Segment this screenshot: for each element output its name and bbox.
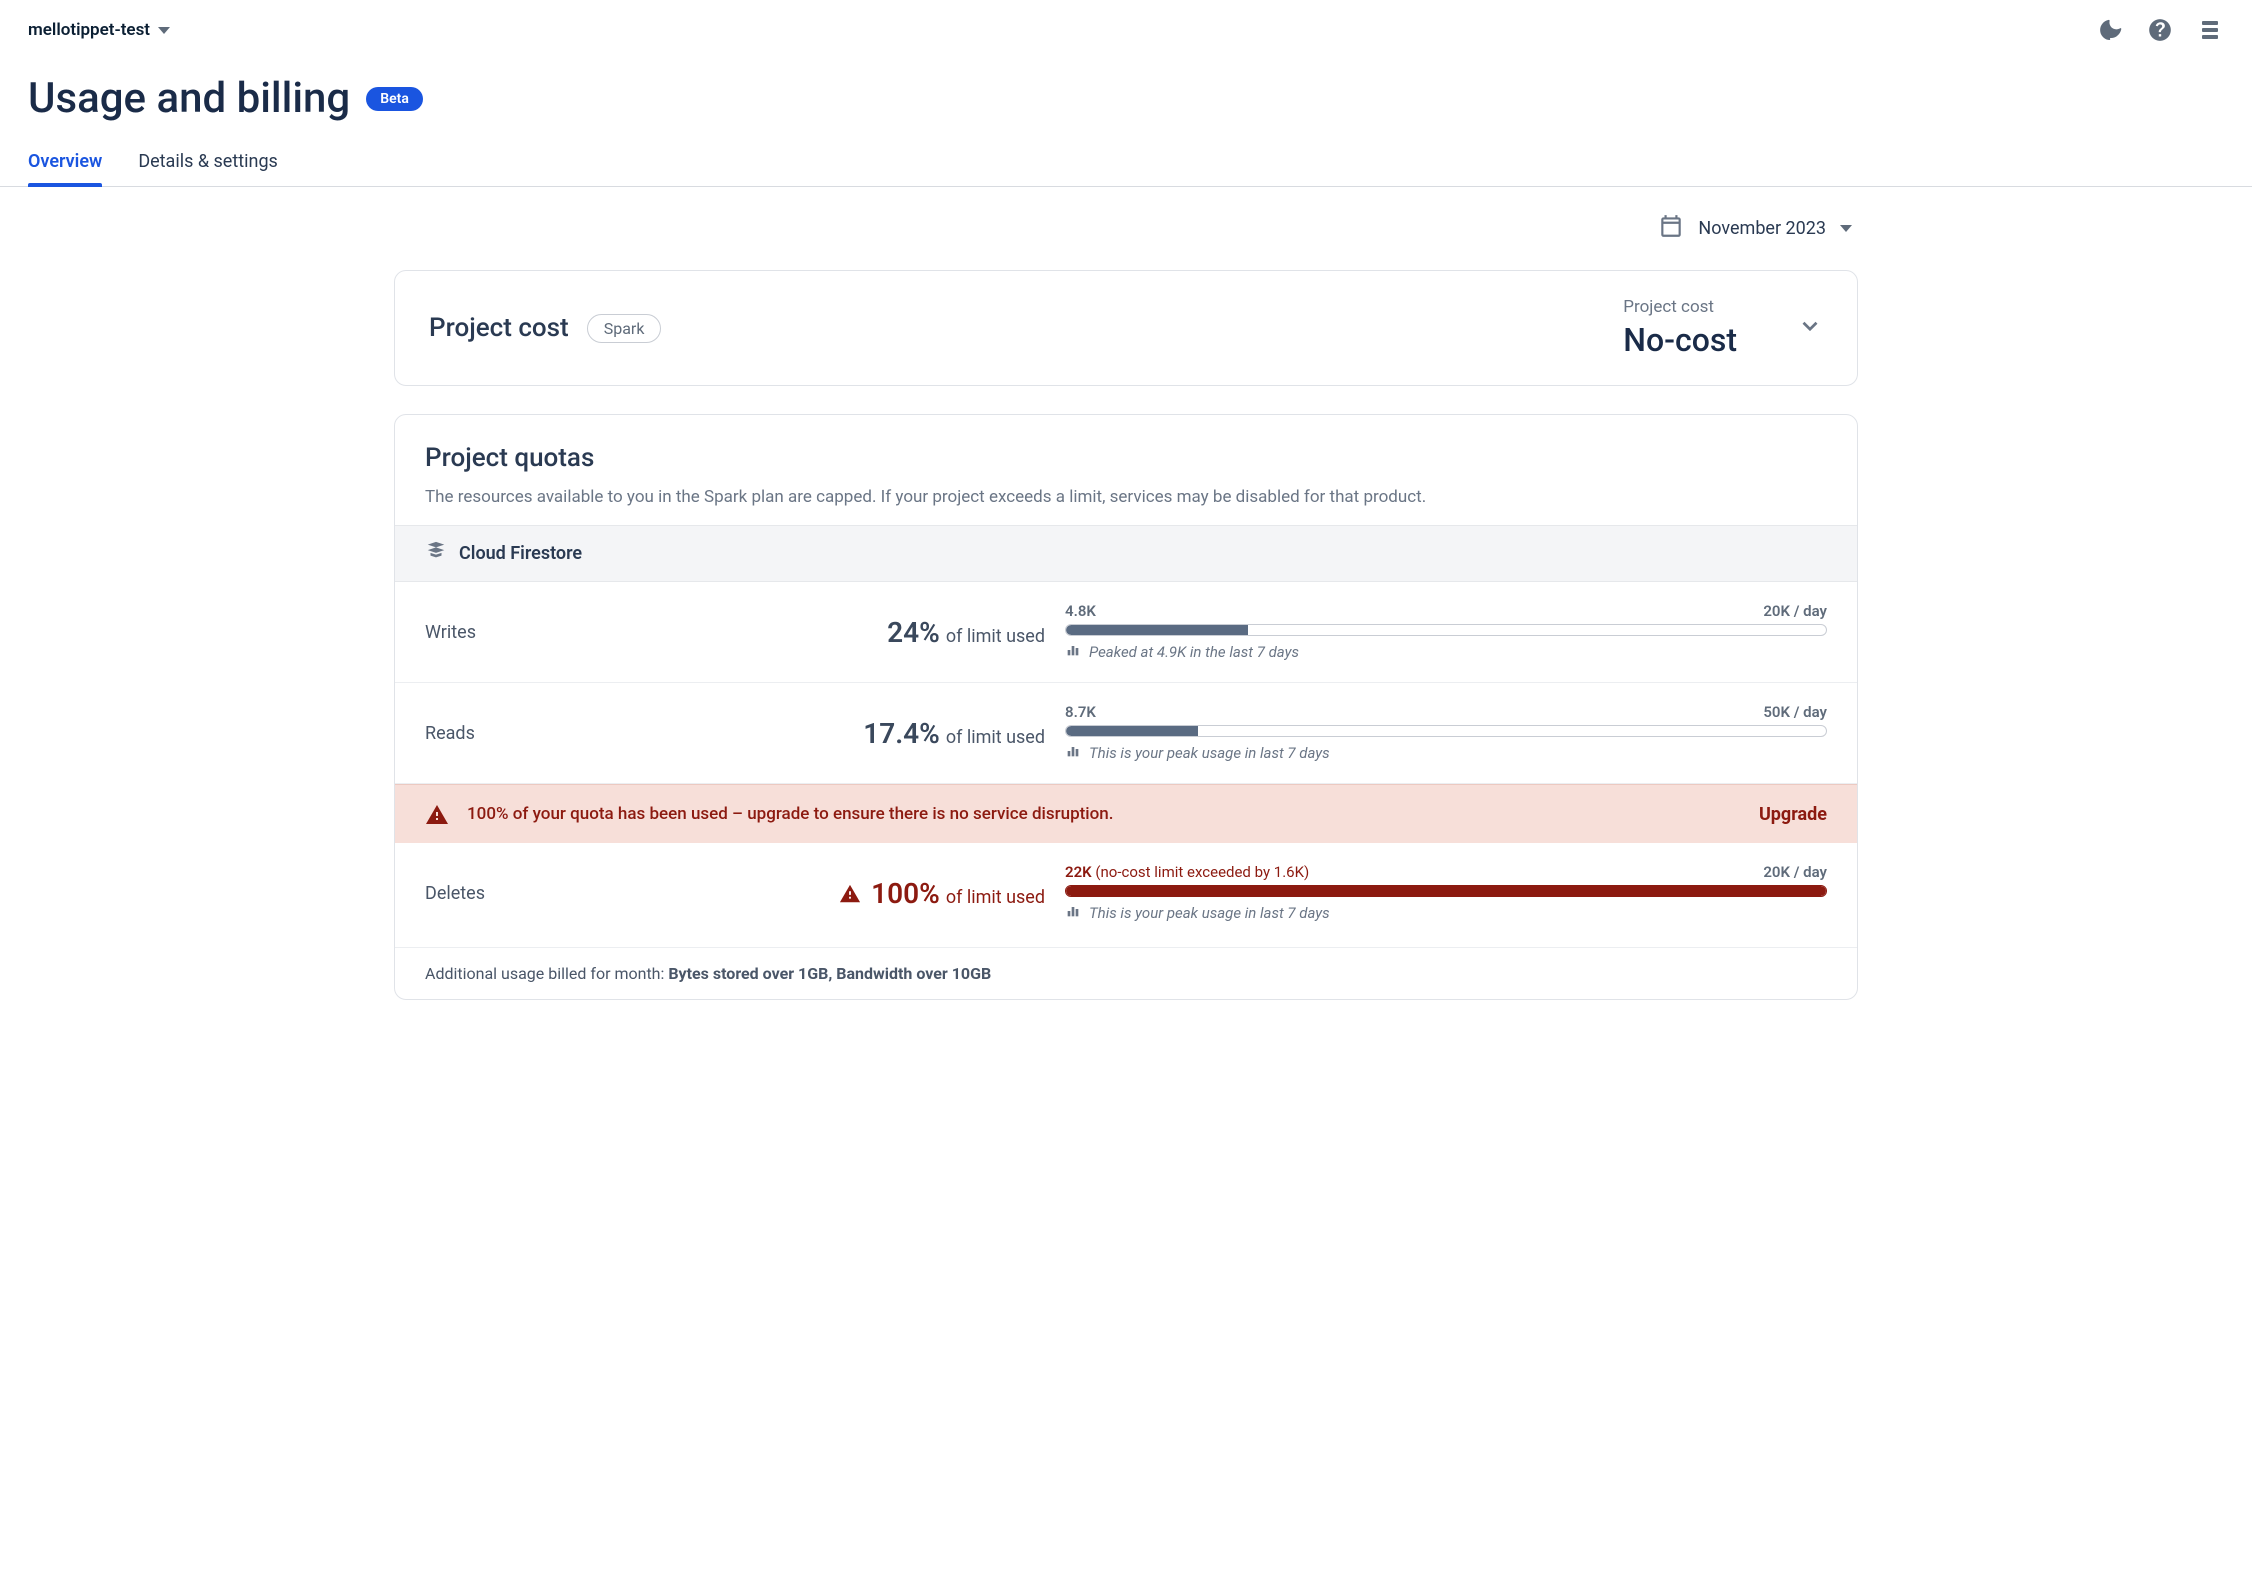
bar-max: 20K / day (1763, 863, 1827, 881)
cost-left: Project cost Spark (429, 313, 661, 343)
expand-cost-icon[interactable] (1797, 313, 1823, 343)
quota-bar-wrap: 22K (no-cost limit exceeded by 1.6K) 20K… (1065, 863, 1827, 923)
warning-left: 100% of your quota has been used – upgra… (425, 803, 1113, 825)
quota-row-writes: Writes 24% of limit used 4.8K 20K / day (395, 582, 1857, 683)
page-title: Usage and billing (28, 74, 350, 123)
cost-title: Project cost (429, 313, 569, 343)
warning-icon (839, 883, 861, 903)
bar-max: 20K / day (1763, 602, 1827, 620)
pct-suffix: of limit used (946, 887, 1045, 908)
warning-icon (425, 803, 449, 825)
product-header-firestore: Cloud Firestore (395, 525, 1857, 582)
pct-suffix: of limit used (946, 626, 1045, 647)
additional-prefix: Additional usage billed for month: (425, 964, 668, 983)
progress-bar (1065, 725, 1827, 737)
tab-overview[interactable]: Overview (28, 143, 102, 186)
upgrade-button[interactable]: Upgrade (1759, 804, 1827, 825)
pct-suffix: of limit used (946, 727, 1045, 748)
additional-usage-row: Additional usage billed for month: Bytes… (395, 947, 1857, 999)
cost-right-inner: Project cost No-cost (1623, 297, 1737, 359)
bar-max: 50K / day (1763, 703, 1827, 721)
chevron-down-icon (1840, 225, 1852, 232)
beta-badge: Beta (366, 87, 423, 111)
quota-pct: 17.4% of limit used (785, 717, 1045, 750)
bar-current: 4.8K (1065, 602, 1096, 620)
quotas-description: The resources available to you in the Sp… (425, 487, 1827, 507)
calendar-icon (1658, 213, 1684, 244)
product-name: Cloud Firestore (459, 543, 582, 564)
top-actions (2096, 16, 2224, 44)
tab-label: Details & settings (138, 151, 278, 172)
project-name: mellotippet-test (28, 20, 150, 40)
bar-labels: 22K (no-cost limit exceeded by 1.6K) 20K… (1065, 863, 1827, 881)
bar-current-extra: (no-cost limit exceeded by 1.6K) (1095, 863, 1309, 881)
project-selector[interactable]: mellotippet-test (28, 20, 170, 40)
quota-pct: 24% of limit used (785, 616, 1045, 649)
content-wrap: November 2023 Project cost Spark Project… (366, 187, 1886, 1000)
pct-value: 24% (887, 616, 940, 649)
page-root: mellotippet-test Usage and billing Beta … (0, 0, 2252, 1068)
quota-name: Deletes (425, 883, 765, 904)
bar-footer: This is your peak usage in last 7 days (1065, 743, 1827, 763)
quota-bar-wrap: 8.7K 50K / day This is your peak usage i… (1065, 703, 1827, 763)
cost-value: No-cost (1623, 321, 1737, 359)
additional-bold: Bytes stored over 1GB, Bandwidth over 10… (668, 964, 991, 983)
date-selector[interactable]: November 2023 (394, 187, 1858, 270)
quota-name: Reads (425, 723, 765, 744)
quota-bar-wrap: 4.8K 20K / day Peaked at 4.9K in the las… (1065, 602, 1827, 662)
plan-chip: Spark (587, 314, 662, 343)
quota-warning-banner: 100% of your quota has been used – upgra… (395, 784, 1857, 843)
help-icon[interactable] (2146, 16, 2174, 44)
chevron-down-icon (158, 27, 170, 34)
tab-label: Overview (28, 151, 102, 172)
title-row: Usage and billing Beta (0, 56, 2252, 143)
bar-footer-text: Peaked at 4.9K in the last 7 days (1089, 643, 1299, 661)
top-bar: mellotippet-test (0, 16, 2252, 56)
quota-name: Writes (425, 622, 765, 643)
firestore-icon (425, 540, 447, 567)
progress-fill (1066, 886, 1826, 896)
bar-footer-text: This is your peak usage in last 7 days (1089, 744, 1330, 762)
bar-current: 22K (no-cost limit exceeded by 1.6K) (1065, 863, 1309, 881)
pct-value: 100% (871, 877, 940, 910)
quota-row-reads: Reads 17.4% of limit used 8.7K 50K / day (395, 683, 1857, 784)
tab-details-settings[interactable]: Details & settings (138, 143, 278, 186)
progress-fill (1066, 726, 1198, 736)
cost-small-label: Project cost (1623, 297, 1737, 317)
bar-footer: This is your peak usage in last 7 days (1065, 903, 1827, 923)
bar-chart-icon (1065, 743, 1081, 763)
progress-bar (1065, 624, 1827, 636)
project-quotas-card: Project quotas The resources available t… (394, 414, 1858, 1000)
bar-current-val: 22K (1065, 863, 1092, 881)
date-label: November 2023 (1698, 218, 1826, 239)
bar-footer-text: This is your peak usage in last 7 days (1089, 904, 1330, 922)
bar-chart-icon (1065, 642, 1081, 662)
quota-pct: 100% of limit used (871, 877, 1045, 910)
quota-row-deletes: Deletes 100% of limit used 22K (no-cost (395, 843, 1857, 947)
menu-icon[interactable] (2196, 16, 2224, 44)
cost-right: Project cost No-cost (1623, 297, 1823, 359)
bar-footer: Peaked at 4.9K in the last 7 days (1065, 642, 1827, 662)
bar-current: 8.7K (1065, 703, 1096, 721)
dark-mode-icon[interactable] (2096, 16, 2124, 44)
quotas-title: Project quotas (425, 443, 1827, 473)
warning-text: 100% of your quota has been used – upgra… (467, 804, 1113, 824)
quotas-header: Project quotas The resources available t… (395, 415, 1857, 525)
bar-labels: 4.8K 20K / day (1065, 602, 1827, 620)
bar-labels: 8.7K 50K / day (1065, 703, 1827, 721)
progress-fill (1066, 625, 1248, 635)
quota-pct-wrap: 100% of limit used (785, 877, 1045, 910)
pct-value: 17.4% (863, 717, 940, 750)
project-cost-card: Project cost Spark Project cost No-cost (394, 270, 1858, 386)
progress-bar (1065, 885, 1827, 897)
tabs: Overview Details & settings (0, 143, 2252, 187)
bar-chart-icon (1065, 903, 1081, 923)
